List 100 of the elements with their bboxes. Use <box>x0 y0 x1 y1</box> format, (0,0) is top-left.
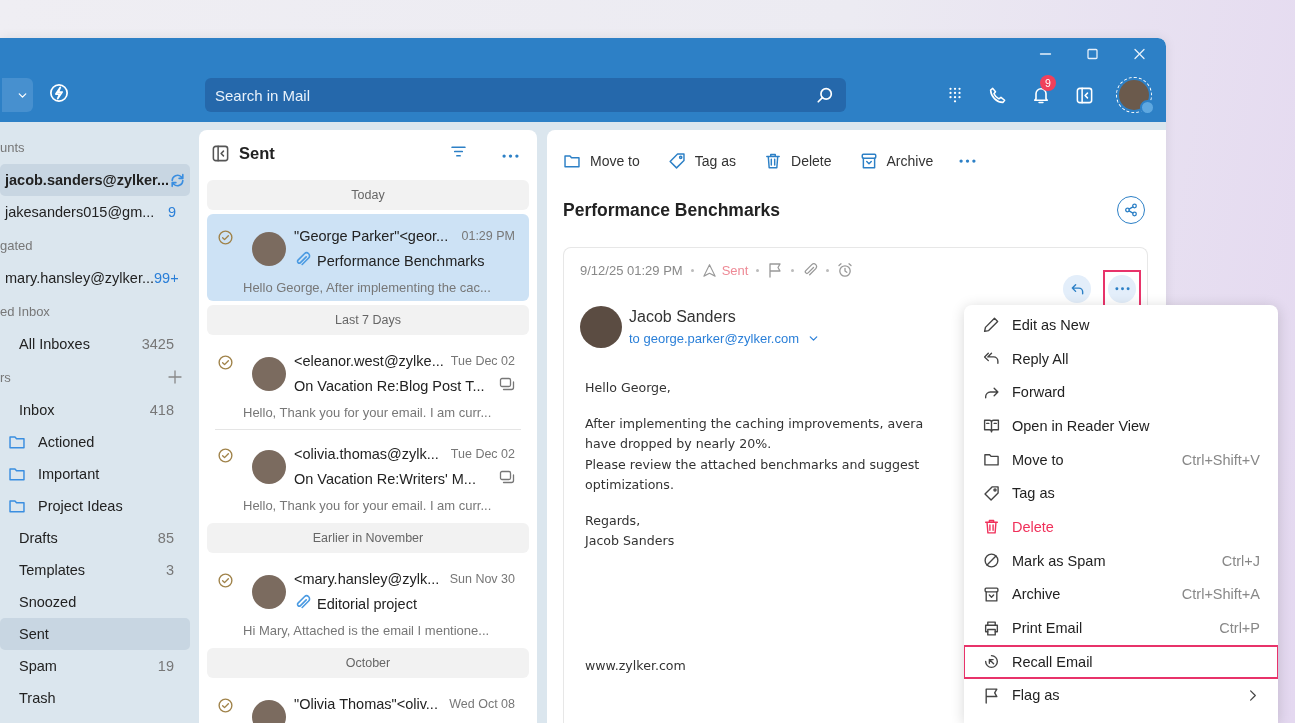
folder-item[interactable]: Trash <box>0 682 190 714</box>
date-group-header: Last 7 Days <box>207 305 529 335</box>
conversation-icon <box>499 376 515 392</box>
message-item[interactable]: <mary.hansley@zylk... Sun Nov 30 Editorial project Hi Mary, Attached is the email I mentione... <box>207 557 529 644</box>
sender-name: Jacob Sanders <box>629 308 736 327</box>
toolbar-action[interactable]: Archive <box>859 152 934 170</box>
menu-item[interactable]: Edit as New <box>964 308 1278 342</box>
phone-icon[interactable] <box>988 85 1007 105</box>
email-paragraph: After implementing the caching improvements, avera have dropped by nearly 20%. Please review the attached benchmarks and suggest optimizations. <box>585 414 924 494</box>
menu-item[interactable]: Archive Ctrl+Shift+A <box>964 577 1278 612</box>
menu-item[interactable]: Forward <box>964 375 1278 410</box>
menu-item[interactable]: Print Email Ctrl+P <box>964 611 1278 645</box>
message-subject: On Vacation Re:Writers' M... <box>294 471 477 487</box>
message-subject: Performance Benchmarks <box>317 253 486 269</box>
message-preview: Hi Mary, Attached is the email I mentione... <box>242 621 491 640</box>
check-circle-icon <box>217 354 234 371</box>
paperclip-icon <box>294 250 311 268</box>
toolbar-action[interactable]: Delete <box>764 152 832 170</box>
website-link[interactable]: www.zylker.com <box>585 658 686 673</box>
folder-item[interactable]: Inbox 418 <box>0 394 190 426</box>
message-item[interactable]: <olivia.thomas@zylk... Tue Dec 02 On Vacation Re:Writers' M... Hello, Thank you for your email. I am curr... <box>207 432 529 519</box>
share-icon <box>1123 202 1139 218</box>
shortcut-hint: Ctrl+J <box>1221 552 1260 569</box>
sent-icon <box>701 262 717 278</box>
date-group-header: Earlier in November <box>207 523 529 553</box>
pencil-icon <box>983 316 1000 334</box>
side-panel-icon[interactable] <box>1075 85 1094 105</box>
menu-item[interactable]: Recall Email <box>964 644 1278 679</box>
email-status: Sent <box>721 262 749 278</box>
conversation-icon <box>499 469 515 485</box>
list-title: Sent <box>239 143 276 163</box>
collapse-panel-icon[interactable] <box>211 143 230 163</box>
shortcut-hint: Ctrl+P <box>1219 620 1260 637</box>
search-icon <box>816 86 834 104</box>
menu-item[interactable]: Mark as Spam Ctrl+J <box>964 543 1278 578</box>
folder-item[interactable]: Important <box>0 458 190 490</box>
more-icon[interactable] <box>502 153 519 158</box>
email-paragraph: Regards, Jacob Sanders <box>585 511 675 550</box>
sender-name: "George Parker"<geor... <box>294 228 449 244</box>
trash-icon <box>983 518 1000 536</box>
menu-item[interactable]: Flag as <box>964 678 1278 713</box>
message-item[interactable]: "George Parker"<geor... 01:29 PM Performance Benchmarks Hello George, After implementing the cac... <box>207 214 529 301</box>
trash-icon <box>764 152 783 170</box>
folder-item[interactable]: Project Ideas <box>0 490 190 522</box>
add-icon[interactable] <box>167 369 183 385</box>
message-time: Tue Dec 02 <box>450 354 515 368</box>
account-item[interactable]: mary.hansley@zylker...99+ <box>0 262 190 294</box>
printer-icon <box>983 619 1000 637</box>
dialpad-icon[interactable] <box>946 86 964 104</box>
folder-icon <box>563 152 581 170</box>
section-heading: ed Inbox <box>0 303 50 319</box>
message-item[interactable]: <eleanor.west@zylke... Tue Dec 02 On Vacation Re:Blog Post T... Hello, Thank you for your email. I am curr... <box>207 339 529 426</box>
menu-item[interactable]: Tag as <box>964 476 1278 511</box>
more-icon[interactable] <box>959 158 977 164</box>
flag-icon <box>983 686 1000 704</box>
folder-item[interactable]: Drafts 85 <box>0 522 190 554</box>
sender-name: <olivia.thomas@zylk... <box>294 446 439 462</box>
bell-icon[interactable] <box>1031 85 1051 105</box>
folder-item[interactable]: Spam 19 <box>0 650 190 682</box>
shortcut-hint: Ctrl+Shift+V <box>1181 451 1260 468</box>
lightning-icon[interactable] <box>49 83 69 103</box>
shortcut-hint: Ctrl+Shift+A <box>1181 586 1260 603</box>
message-time: 01:29 PM <box>461 229 515 243</box>
search-field[interactable]: Search in Mail <box>205 78 846 112</box>
sender-name: "Olivia Thomas"<oliv... <box>294 696 438 712</box>
account-item[interactable]: jacob.sanders@zylker... <box>0 164 190 196</box>
folder-item[interactable]: All Inboxes 3425 <box>0 328 190 360</box>
recipient-link[interactable]: to george.parker@zylker.com <box>629 330 799 346</box>
message-subject: On Vacation Re:Blog Post T... <box>294 378 486 394</box>
folder-item[interactable]: Snoozed <box>0 586 190 618</box>
folder-item[interactable]: Actioned <box>0 426 190 458</box>
menu-item[interactable]: Open in Reader View <box>964 409 1278 443</box>
reply-button[interactable] <box>1063 275 1091 303</box>
avatar <box>252 232 286 266</box>
archive-icon <box>859 152 878 170</box>
toolbar-action[interactable]: Move to <box>563 152 640 170</box>
message-time: Tue Dec 02 <box>450 447 515 461</box>
paperclip-icon[interactable] <box>802 262 819 278</box>
menu-item[interactable]: Move to Ctrl+Shift+V <box>964 442 1278 477</box>
folder-item[interactable]: Sent <box>0 618 190 650</box>
avatar <box>580 306 622 348</box>
section-heading: unts <box>0 139 25 155</box>
message-time: Wed Oct 08 <box>449 697 515 711</box>
alarm-icon[interactable] <box>837 262 854 278</box>
notification-badge: 9 <box>1040 75 1056 91</box>
message-time: Sun Nov 30 <box>449 572 515 586</box>
folder-icon <box>983 451 1000 469</box>
reply-icon <box>1069 281 1085 297</box>
account-item[interactable]: jakesanders015@gm... 9 <box>0 196 190 228</box>
menu-item[interactable]: Delete <box>964 510 1278 544</box>
message-preview: Hello George, After implementing the cac... <box>242 278 492 297</box>
email-subject: Performance Benchmarks <box>563 199 780 221</box>
folder-item[interactable]: Templates 3 <box>0 554 190 586</box>
toolbar-action[interactable]: Tag as <box>667 152 737 170</box>
date-group-header: October <box>207 648 529 678</box>
tag-icon <box>983 484 1000 502</box>
section-heading: gated <box>0 237 33 253</box>
message-item[interactable]: "Olivia Thomas"<oliv... Wed Oct 08 <box>207 682 529 723</box>
avatar <box>252 575 286 609</box>
menu-item[interactable]: Reply All <box>964 341 1278 376</box>
